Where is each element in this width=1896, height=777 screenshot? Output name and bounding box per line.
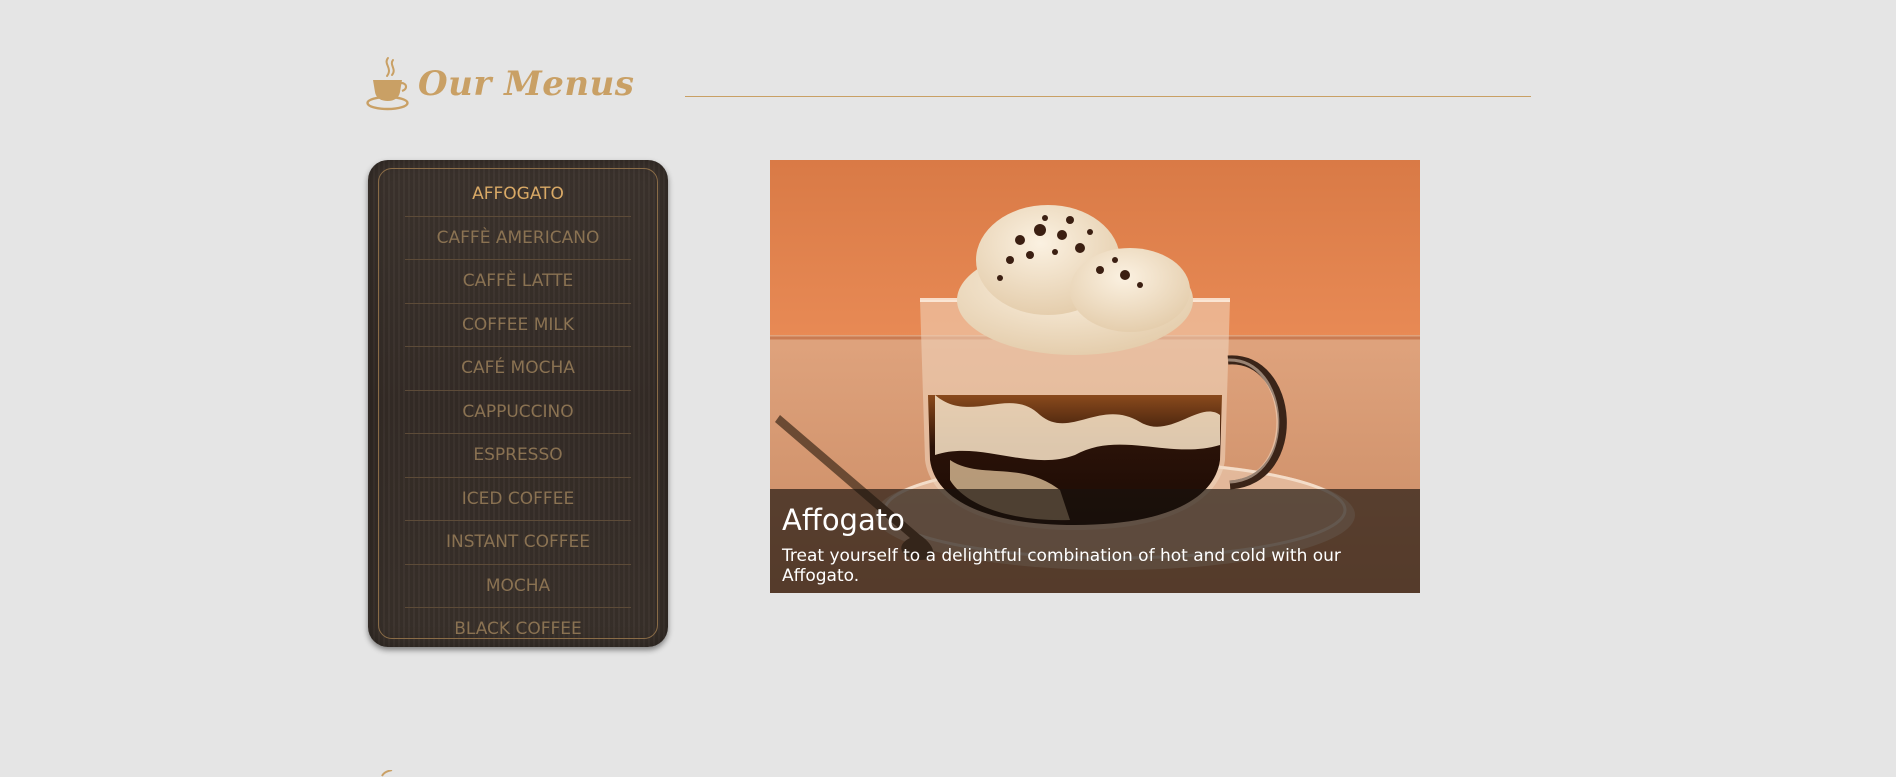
menu-item-coffee-milk[interactable]: COFFEE MILK	[405, 304, 631, 347]
featured-caption: Affogato Treat yourself to a delightful …	[770, 489, 1420, 593]
menu-item-espresso[interactable]: ESPRESSO	[405, 434, 631, 478]
page: Our Menus AFFOGATO CAFFÈ AMERICANO CAFFÈ L…	[0, 0, 1896, 777]
menu-item-cappuccino[interactable]: CAPPUCCINO	[405, 391, 631, 434]
featured-title: Affogato	[782, 503, 905, 537]
menu-item-black-coffee[interactable]: BLACK COFFEE	[405, 608, 631, 651]
menu-list: AFFOGATO CAFFÈ AMERICANO CAFFÈ LATTE COFFEE…	[405, 173, 631, 651]
menu-sidebar: AFFOGATO CAFFÈ AMERICANO CAFFÈ LATTE COFFEE…	[368, 160, 668, 647]
menu-item-mocha[interactable]: MOCHA	[405, 565, 631, 608]
menu-item-iced-coffee[interactable]: ICED COFFEE	[405, 478, 631, 521]
section-title: Our Menus	[418, 64, 635, 104]
featured-item-card: Affogato Treat yourself to a delightful …	[770, 160, 1420, 593]
menu-item-caff-latte[interactable]: CAFFÈ LATTE	[405, 260, 631, 304]
menu-frame: AFFOGATO CAFFÈ AMERICANO CAFFÈ LATTE COFFEE…	[378, 168, 658, 639]
menu-item-caf-mocha[interactable]: CAFÉ MOCHA	[405, 347, 631, 391]
coffee-cup-icon	[366, 57, 409, 111]
section-header: Our Menus	[366, 56, 634, 112]
menu-item-affogato[interactable]: AFFOGATO	[405, 173, 631, 217]
menu-item-instant-coffee[interactable]: INSTANT COFFEE	[405, 521, 631, 565]
header-divider	[685, 96, 1531, 97]
featured-description: Treat yourself to a delightful combinati…	[782, 546, 1341, 586]
partial-cup-icon	[381, 770, 393, 777]
menu-item-caff-americano[interactable]: CAFFÈ AMERICANO	[405, 217, 631, 260]
